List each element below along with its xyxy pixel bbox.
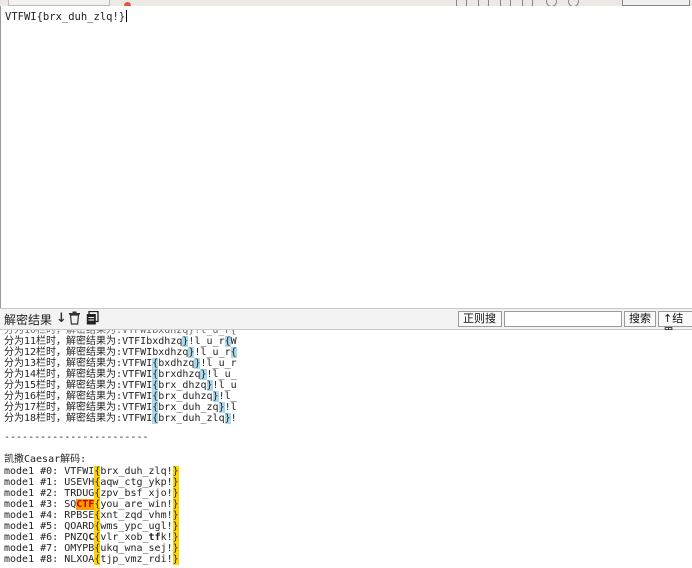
brace-mark: } <box>200 369 207 380</box>
fence-label: 分为13栏时，解密结果为: <box>4 358 123 369</box>
brace-mark: } <box>206 380 213 391</box>
brace-mark: } <box>188 347 195 358</box>
caesar-result-line: mode1 #0: VTFWI{brx_duh_zlq!} <box>4 466 179 477</box>
brace-mark: { <box>152 369 159 380</box>
brace-mark: } <box>172 521 179 532</box>
fence-label: 分为14栏时，解密结果为: <box>4 369 123 380</box>
brace-mark: } <box>172 488 179 499</box>
brace-mark: } <box>172 477 179 488</box>
separator-line: ------------------------ <box>4 432 149 443</box>
caesar-result-line: mode1 #3: SQCTF{you_are_win!} <box>4 499 179 510</box>
fence-label: 分为15栏时，解密结果为: <box>4 380 123 391</box>
brace-mark: { <box>94 543 101 554</box>
brace-mark: { <box>94 532 101 543</box>
arrow-down-icon[interactable]: ↓ <box>56 311 67 326</box>
brace-mark: } <box>172 510 179 521</box>
caesar-mode-label: mode1 #8: <box>4 554 65 565</box>
brace-mark: } <box>218 402 225 413</box>
brace-mark: } <box>172 499 179 510</box>
cipher-input-textarea[interactable]: VTFWI{brx_duh_zlq!} <box>0 6 692 308</box>
fence-result-line: 分为13栏时，解密结果为:VTFWI{bxdhzq}!l_u_r <box>4 358 237 369</box>
fence-label: 分为17栏时，解密结果为: <box>4 402 123 413</box>
caesar-mode-label: mode1 #7: <box>4 543 65 554</box>
brace-mark: { <box>94 499 101 510</box>
caesar-mode-label: mode1 #1: <box>4 477 65 488</box>
brace-mark: { <box>230 347 237 358</box>
brace-mark: } <box>212 391 219 402</box>
browser-tab[interactable] <box>124 0 224 6</box>
fence-label: 分为12栏时，解密结果为: <box>4 347 123 358</box>
caesar-mode-label: mode1 #6: <box>4 532 65 543</box>
ctf-highlight: CTF <box>76 499 95 510</box>
brace-mark: } <box>172 532 179 543</box>
decode-output-panel[interactable]: 分为10栏时，解密结果为:VTFWIbxdhzq}!l_u_r{ 分为11栏时，… <box>0 330 692 568</box>
fence-label: 分为18栏时，解密结果为: <box>4 413 123 424</box>
caesar-mode-label: mode1 #4: <box>4 510 65 521</box>
brace-mark: { <box>152 402 159 413</box>
brace-mark: } <box>172 466 179 477</box>
result-nav-button[interactable]: ↑结果 <box>658 311 692 339</box>
fence-result-line: 分为12栏时，解密结果为:VTFWIbxdhzq}!l_u_r{ <box>4 347 237 358</box>
caesar-heading: 凯撒Caesar解码: <box>4 454 87 465</box>
caesar-result-line: mode1 #1: USEVH{aqw_ctg_ykp!} <box>4 477 179 488</box>
results-toolbar: 解密结果 ↓ 正则搜 搜索 ↑结果 <box>0 308 692 339</box>
brace-mark: { <box>94 477 101 488</box>
text-caret <box>126 10 128 22</box>
caesar-result-line: mode1 #7: OMYPB{ukq_wna_sej!} <box>4 543 179 554</box>
brace-mark: { <box>152 380 159 391</box>
fence-result-line: 分为16栏时，解密结果为:VTFWI{brx_duhzq}!l_ <box>4 391 237 402</box>
fence-label: 分为16栏时，解密结果为: <box>4 391 123 402</box>
caesar-result-line: mode1 #5: QOARD{wms_ypc_ugl!} <box>4 521 179 532</box>
brace-mark: { <box>94 488 101 499</box>
brace-mark: { <box>94 510 101 521</box>
brace-mark: } <box>182 336 189 347</box>
caesar-result-line: mode1 #8: NLXOA{tjp_vmz_rdi!} <box>4 554 179 565</box>
brace-mark: { <box>152 391 159 402</box>
fence-result-line: 分为17栏时，解密结果为:VTFWI{brx_duh_zq}!l <box>4 402 237 413</box>
caesar-result-line: mode1 #4: RPBSE{xnt_zqd_vhm!} <box>4 510 179 521</box>
brace-mark: { <box>152 413 159 424</box>
caesar-mode-label: mode1 #0: <box>4 466 65 477</box>
brace-mark: } <box>194 358 201 369</box>
caesar-char: tf <box>148 532 161 543</box>
caesar-mode-label: mode1 #2: <box>4 488 65 499</box>
brace-mark: { <box>94 521 101 532</box>
brace-mark: { <box>152 358 159 369</box>
regex-search-button[interactable]: 正则搜 <box>458 311 502 327</box>
caesar-result-line: mode1 #6: PNZQC{vlr_xob_tfk!} <box>4 532 179 543</box>
brace-mark: { <box>224 336 231 347</box>
caesar-mode-label: mode1 #5: <box>4 521 65 532</box>
brace-mark: { <box>94 554 101 565</box>
caesar-result-line: mode1 #2: TRDUG{zpv_bsf_xjo!} <box>4 488 179 499</box>
brace-mark: { <box>94 466 101 477</box>
results-title: 解密结果 <box>4 313 53 327</box>
cipher-input-text: VTFWI{brx_duh_zlq!} <box>5 11 126 23</box>
trash-icon[interactable] <box>68 311 81 329</box>
fence-result-line: 分为14栏时，解密结果为:VTFWI{brxdhzq}!l_u_ <box>4 369 237 380</box>
brace-mark: } <box>224 413 231 424</box>
brace-mark: } <box>172 543 179 554</box>
fence-label: 分为11栏时，解密结果为: <box>4 336 123 347</box>
caesar-mode-label: mode1 #3: <box>4 499 65 510</box>
search-input[interactable] <box>504 311 622 327</box>
fence-result-line: 分为11栏时，解密结果为:VTFIbxdhzq}!l_u_r{W <box>4 336 237 347</box>
search-button[interactable]: 搜索 <box>624 311 656 327</box>
fence-result-line: 分为15栏时，解密结果为:VTFWI{brx_dhzq}!l_u <box>4 380 237 391</box>
brace-mark: } <box>172 554 179 565</box>
copy-icon[interactable] <box>86 310 99 329</box>
fence-result-line: 分为18栏时，解密结果为:VTFWI{brx_duh_zlq}! <box>4 413 237 424</box>
